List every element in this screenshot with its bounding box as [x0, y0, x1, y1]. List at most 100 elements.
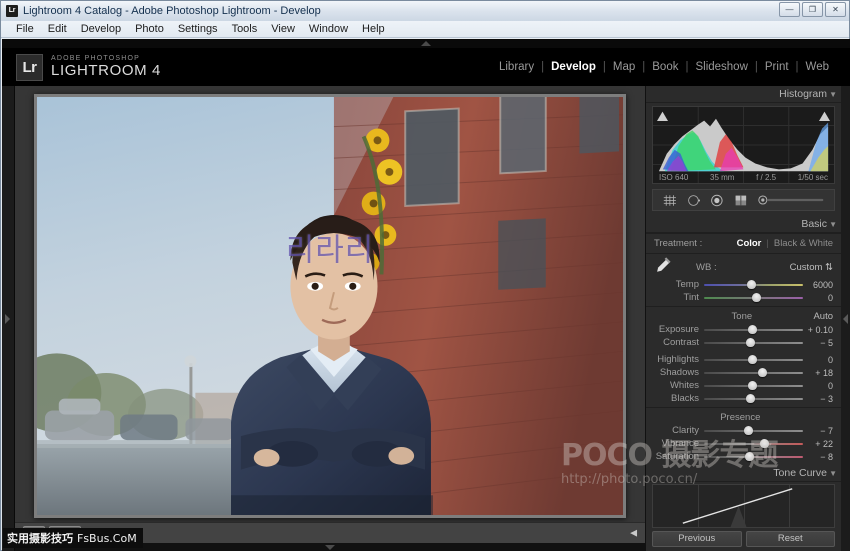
tone-curve-header[interactable]: Tone Curve ▼ — [646, 465, 841, 482]
blacks-slider[interactable] — [704, 394, 803, 403]
tone-curve-graph[interactable] — [652, 484, 835, 528]
saturation-value: − 8 — [803, 452, 833, 462]
slider-row-highlights: Highlights 0 — [646, 353, 841, 366]
highlights-slider[interactable] — [704, 355, 803, 364]
whites-slider[interactable] — [704, 381, 803, 390]
white-balance-selector-icon[interactable] — [652, 257, 674, 278]
menu-view[interactable]: View — [264, 22, 302, 36]
tint-knob[interactable] — [752, 293, 761, 302]
module-library[interactable]: Library — [492, 61, 541, 73]
white-balance-value[interactable]: Custom ⇅ — [790, 262, 833, 273]
slider-row-whites: Whites 0 — [646, 379, 841, 392]
previous-button[interactable]: Previous — [652, 531, 742, 547]
close-button[interactable]: ✕ — [825, 2, 846, 17]
menu-help[interactable]: Help — [355, 22, 392, 36]
contrast-label: Contrast — [652, 337, 704, 348]
fsbus-site-text: FsBus.CoM — [77, 532, 137, 545]
treatment-bw-option[interactable]: Black & White — [774, 238, 833, 249]
histogram-graph[interactable]: ISO 640 35 mm f / 2.5 1/50 sec — [652, 106, 835, 184]
tone-label: Tone — [732, 311, 753, 322]
treatment-section: Treatment : Color | Black & White — [646, 233, 841, 253]
auto-tone-button[interactable]: Auto — [813, 311, 833, 322]
exposure-slider[interactable] — [704, 325, 803, 334]
right-panel-collapse[interactable] — [841, 86, 850, 551]
saturation-label: Saturation — [652, 451, 704, 462]
blacks-knob[interactable] — [746, 394, 755, 403]
menu-window[interactable]: Window — [302, 22, 355, 36]
clarity-slider[interactable] — [704, 426, 803, 435]
whites-knob[interactable] — [748, 381, 757, 390]
module-book[interactable]: Book — [645, 61, 685, 73]
crop-overlay-icon[interactable] — [663, 193, 677, 208]
identity-plate[interactable]: Lr ADOBE PHOTOSHOP LIGHTROOM 4 — [16, 54, 161, 81]
chevron-down-icon[interactable]: ▼ — [829, 90, 837, 99]
module-web[interactable]: Web — [799, 61, 836, 73]
basic-panel-header[interactable]: Basic ▼ — [646, 216, 841, 233]
module-slideshow[interactable]: Slideshow — [688, 61, 754, 73]
window-controls: — ❐ ✕ — [779, 2, 846, 17]
highlights-label: Highlights — [652, 354, 704, 365]
maximize-icon: ❐ — [809, 6, 816, 14]
highlights-knob[interactable] — [748, 355, 757, 364]
minimize-button[interactable]: — — [779, 2, 800, 17]
title-bar: Lr Lightroom 4 Catalog - Adobe Photoshop… — [1, 1, 849, 21]
adjustment-brush-icon[interactable] — [758, 194, 824, 206]
white-balance-section: WB : Custom ⇅ Temp — [646, 253, 841, 306]
contrast-knob[interactable] — [746, 338, 755, 347]
module-print[interactable]: Print — [758, 61, 796, 73]
contrast-slider[interactable] — [704, 338, 803, 347]
panel-footer: Previous Reset — [646, 529, 841, 551]
reset-button[interactable]: Reset — [746, 531, 836, 547]
menu-tools[interactable]: Tools — [225, 22, 265, 36]
slider-row-contrast: Contrast − 5 — [646, 336, 841, 349]
menu-settings[interactable]: Settings — [171, 22, 225, 36]
minimize-icon: — — [786, 6, 794, 14]
treatment-color-option[interactable]: Color — [737, 238, 762, 249]
develop-tool-strip — [652, 189, 835, 211]
slider-row-saturation: Saturation − 8 — [646, 450, 841, 463]
photo-preview[interactable]: 리라리 — [37, 97, 623, 515]
shadows-slider[interactable] — [704, 368, 803, 377]
saturation-slider[interactable] — [704, 452, 803, 461]
tint-slider[interactable] — [704, 293, 803, 302]
toolbar-collapse-icon[interactable]: ◀ — [630, 527, 637, 538]
chevron-right-icon — [5, 314, 10, 324]
clarity-knob[interactable] — [744, 426, 753, 435]
temp-knob[interactable] — [747, 280, 756, 289]
lightroom-logo: Lr — [16, 54, 43, 81]
menu-photo[interactable]: Photo — [128, 22, 171, 36]
red-eye-icon[interactable] — [710, 193, 724, 208]
chevron-down-icon[interactable]: ▼ — [829, 469, 837, 478]
vibrance-slider[interactable] — [704, 439, 803, 448]
histogram-header[interactable]: Histogram ▼ — [646, 86, 841, 103]
histogram-svg — [653, 107, 834, 183]
module-develop[interactable]: Develop — [544, 61, 603, 73]
close-icon: ✕ — [832, 6, 839, 14]
menu-develop[interactable]: Develop — [74, 22, 128, 36]
presence-section: Presence Clarity − 7 Vibrance — [646, 407, 841, 465]
left-panel-collapsed[interactable] — [2, 86, 15, 551]
work-area: 리라리 Y Y ▾ ◀ — [2, 86, 850, 551]
menu-edit[interactable]: Edit — [41, 22, 74, 36]
menu-file[interactable]: File — [9, 22, 41, 36]
module-map[interactable]: Map — [606, 61, 642, 73]
spot-removal-icon[interactable] — [687, 193, 701, 208]
window-title: Lightroom 4 Catalog - Adobe Photoshop Li… — [23, 5, 321, 17]
exposure-knob[interactable] — [748, 325, 757, 334]
top-panel-collapse-bar[interactable] — [2, 39, 850, 48]
chevron-down-icon[interactable]: ▼ — [829, 220, 837, 229]
temp-value: 6000 — [803, 280, 833, 290]
vibrance-knob[interactable] — [760, 439, 769, 448]
basic-panel-title: Basic — [801, 218, 827, 230]
brand-large: LIGHTROOM 4 — [51, 63, 161, 79]
exif-aperture: f / 2.5 — [756, 173, 776, 182]
exposure-label: Exposure — [652, 324, 704, 335]
graduated-filter-icon[interactable] — [734, 193, 748, 208]
maximize-button[interactable]: ❐ — [802, 2, 823, 17]
tint-label: Tint — [652, 292, 704, 303]
shadows-label: Shadows — [652, 367, 704, 378]
temp-slider[interactable] — [704, 280, 803, 289]
saturation-knob[interactable] — [745, 452, 754, 461]
app-icon: Lr — [6, 5, 18, 17]
shadows-knob[interactable] — [758, 368, 767, 377]
